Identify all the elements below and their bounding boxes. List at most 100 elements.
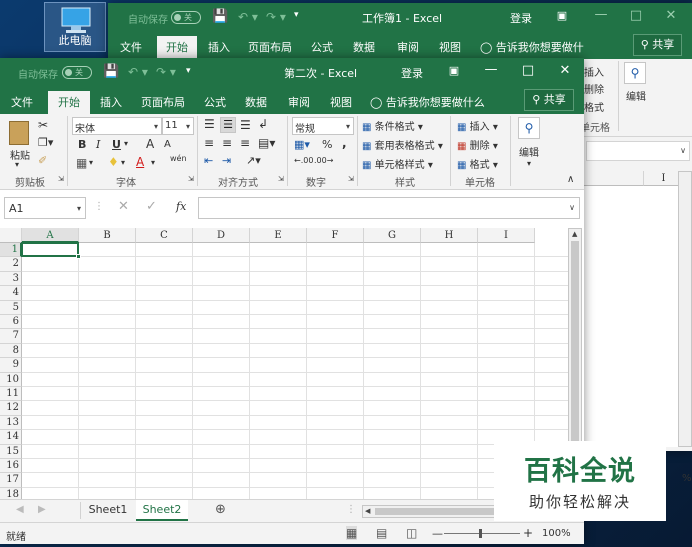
back-vertical-scrollbar[interactable] [678, 171, 692, 447]
column-header[interactable]: F [307, 228, 364, 243]
back-delete-cells[interactable]: 删除 [584, 81, 604, 96]
back-edit-button[interactable]: 编辑 [626, 88, 646, 103]
increase-indent-icon[interactable]: ⇥ [222, 154, 231, 167]
zoom-level[interactable]: 100% [542, 528, 571, 539]
select-all-corner[interactable] [0, 228, 22, 243]
alignment-launcher-icon[interactable]: ⇲ [278, 175, 284, 183]
customize-qat-icon[interactable]: ▾ [186, 66, 191, 76]
search-icon[interactable]: ⚲ [518, 117, 540, 139]
column-header[interactable]: H [421, 228, 478, 243]
this-pc-desktop-icon[interactable]: 此电脑 [44, 2, 106, 52]
zoom-slider[interactable] [444, 533, 520, 534]
back-tell-me[interactable]: ◯ 告诉我你想要做什么 [480, 36, 590, 77]
undo-icon[interactable]: ↶ ▾ [238, 10, 258, 24]
customize-qat-icon[interactable]: ▾ [294, 10, 299, 20]
paste-button[interactable]: 粘贴 [10, 147, 30, 162]
number-format-select[interactable]: 常规 ▾ [292, 117, 354, 135]
collapse-ribbon-icon[interactable]: ∧ [567, 174, 574, 185]
underline-dropdown-icon[interactable]: ▾ [124, 139, 128, 148]
orientation-icon[interactable]: ↗▾ [246, 154, 261, 167]
fill-handle[interactable] [76, 254, 81, 260]
back-tab-data[interactable]: 数据 [346, 36, 382, 59]
italic-button[interactable]: I [96, 138, 100, 151]
column-header[interactable]: D [193, 228, 250, 243]
phonetic-button[interactable]: wén [170, 154, 187, 163]
edit-dropdown-icon[interactable]: ▾ [527, 159, 531, 168]
tab-page-layout[interactable]: 页面布局 [136, 91, 190, 114]
close-icon[interactable]: ✕ [654, 8, 688, 23]
row-header[interactable]: 16 [0, 459, 22, 474]
column-header[interactable]: C [136, 228, 193, 243]
share-button[interactable]: ⚲ 共享 [524, 89, 574, 111]
maximize-icon[interactable]: □ [619, 8, 653, 23]
back-insert-cells[interactable]: 插入 [584, 64, 604, 79]
back-login-link[interactable]: 登录 [510, 10, 532, 26]
row-header[interactable]: 7 [0, 329, 22, 344]
zoom-in-icon[interactable]: + [523, 526, 533, 540]
number-launcher-icon[interactable]: ⇲ [348, 175, 354, 183]
row-header[interactable]: 9 [0, 358, 22, 373]
font-color-button[interactable]: A [136, 155, 144, 169]
font-name-select[interactable]: 宋体 ▾ [72, 117, 162, 135]
bold-button[interactable]: B [78, 138, 86, 151]
column-header[interactable]: I [478, 228, 535, 243]
borders-dropdown-icon[interactable]: ▾ [89, 158, 93, 167]
scroll-left-icon[interactable]: ◀ [365, 507, 370, 515]
sheet-tab-sheet1[interactable]: Sheet1 [82, 500, 134, 521]
align-top-icon[interactable]: ☰ [204, 117, 215, 131]
paste-icon[interactable] [9, 121, 29, 145]
align-left-icon[interactable]: ≡ [204, 136, 214, 150]
row-header[interactable]: 14 [0, 430, 22, 445]
close-icon[interactable]: ✕ [548, 63, 582, 78]
comma-style-button[interactable]: , [342, 136, 347, 150]
column-header[interactable]: A [22, 228, 79, 243]
ribbon-display-icon[interactable]: ▣ [437, 64, 471, 77]
front-autosave-toggle[interactable]: 关 [62, 66, 92, 79]
add-sheet-icon[interactable]: ⊕ [215, 502, 226, 517]
font-size-select[interactable]: 11 ▾ [162, 117, 194, 135]
borders-icon[interactable]: ▦ [76, 156, 87, 170]
row-header[interactable]: 2 [0, 257, 22, 272]
percent-style-button[interactable]: % [322, 138, 332, 151]
front-login-link[interactable]: 登录 [401, 65, 423, 81]
row-header[interactable]: 8 [0, 343, 22, 359]
underline-button[interactable]: U [112, 138, 121, 151]
format-cells-button[interactable]: ▦ 格式 ▾ [457, 156, 498, 171]
back-tab-home[interactable]: 开始 [157, 36, 197, 59]
back-tab-view[interactable]: 视图 [432, 36, 468, 59]
row-header[interactable]: 5 [0, 300, 22, 315]
accounting-format-icon[interactable]: ▦▾ [294, 138, 310, 151]
row-header[interactable]: 12 [0, 401, 22, 416]
fill-color-icon[interactable]: ♦ [108, 155, 119, 169]
scroll-up-icon[interactable]: ▲ [572, 230, 577, 238]
page-layout-view-icon[interactable]: ▤ [376, 526, 387, 540]
ribbon-display-icon[interactable]: ▣ [545, 9, 579, 22]
back-tab-insert[interactable]: 插入 [201, 36, 237, 59]
cut-icon[interactable]: ✂ [38, 118, 48, 132]
row-header[interactable]: 15 [0, 444, 22, 459]
insert-cells-button[interactable]: ▦ 插入 ▾ [457, 118, 498, 133]
name-box[interactable]: A1 ▾ [4, 197, 86, 219]
font-launcher-icon[interactable]: ⇲ [188, 175, 194, 183]
decrease-decimal-icon[interactable]: .00→ [314, 156, 333, 165]
tell-me-search[interactable]: ◯ 告诉我你想要做什么 [370, 91, 490, 114]
tab-formulas[interactable]: 公式 [197, 91, 233, 114]
edit-button[interactable]: 编辑 [519, 144, 539, 159]
tab-view[interactable]: 视图 [323, 91, 359, 114]
back-tab-file[interactable]: 文件 [113, 36, 149, 59]
zoom-out-icon[interactable]: — [432, 527, 443, 540]
row-header[interactable]: 17 [0, 473, 22, 488]
insert-function-button[interactable]: fx [176, 200, 186, 213]
row-header[interactable]: 13 [0, 415, 22, 431]
clipboard-launcher-icon[interactable]: ⇲ [58, 175, 64, 183]
prev-sheet-icon[interactable]: ◀ [16, 504, 24, 515]
back-format-cells[interactable]: 格式 [584, 99, 604, 114]
minimize-icon[interactable]: — [474, 62, 508, 77]
column-header[interactable]: B [79, 228, 136, 243]
align-right-icon[interactable]: ≡ [240, 136, 250, 150]
redo-icon[interactable]: ↷ ▾ [266, 10, 286, 24]
save-icon[interactable]: 💾 [212, 9, 228, 24]
wrap-text-icon[interactable]: ↲ [258, 117, 268, 131]
undo-icon[interactable]: ↶ ▾ [128, 65, 148, 79]
next-sheet-icon[interactable]: ▶ [38, 504, 46, 515]
